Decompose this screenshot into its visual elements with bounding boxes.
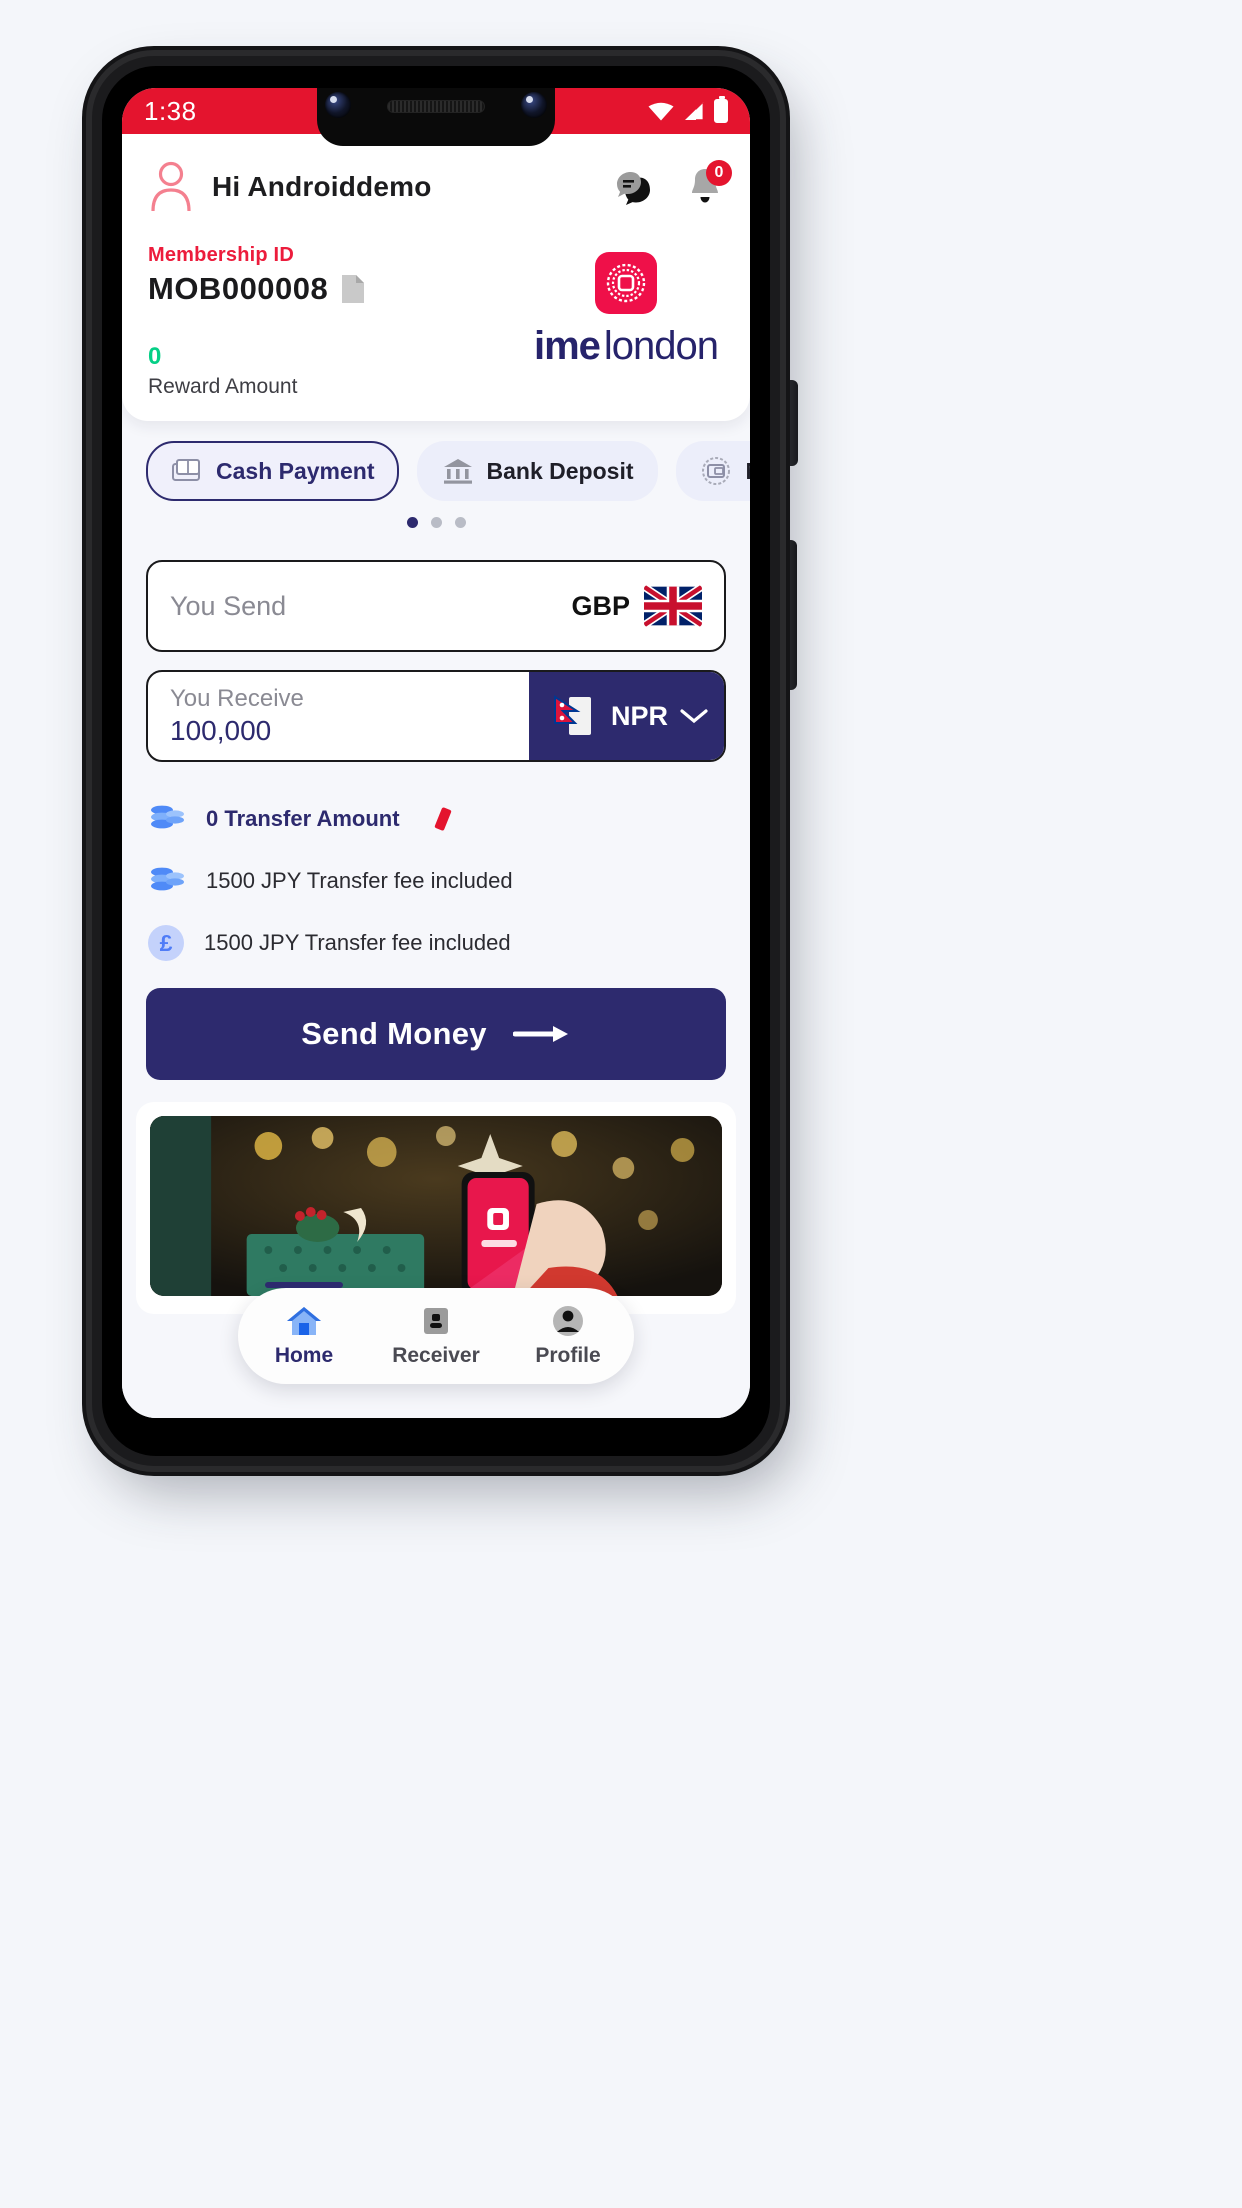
- brand-mark-icon: [595, 252, 657, 314]
- brand-wordmark: ime london: [528, 324, 724, 369]
- bank-icon: [443, 459, 472, 484]
- send-currency-selector[interactable]: GBP: [571, 585, 724, 627]
- send-money-label: Send Money: [301, 1016, 487, 1051]
- you-receive-input[interactable]: You Receive 100,000: [148, 672, 529, 760]
- nav-label: Home: [274, 1344, 334, 1367]
- arrow-right-icon: [512, 1026, 568, 1042]
- tab-cash-payment[interactable]: Cash Payment: [146, 441, 399, 501]
- nav-item-receiver[interactable]: Receiver: [376, 1304, 496, 1368]
- tab-label: Bank Deposit: [486, 457, 634, 484]
- pager-dots: [146, 517, 726, 528]
- tab-label: Mobile Wa: [746, 458, 751, 485]
- membership-id-row: MOB000008: [148, 271, 528, 307]
- greeting-text: Hi Androiddemo: [212, 171, 432, 202]
- summary-row-fee-2: £ 1500 JPY Transfer fee included: [148, 912, 726, 974]
- bottom-navigation-bar[interactable]: Home Receiver Profile: [238, 1282, 634, 1384]
- pager-dot-3[interactable]: [454, 517, 466, 528]
- reward-amount-label: Reward Amount: [148, 375, 298, 398]
- summary-text: 1500 JPY Transfer fee included: [206, 868, 513, 893]
- receiver-icon: [424, 1308, 448, 1334]
- profile-icon: [553, 1306, 583, 1336]
- promo-illustration: [150, 1116, 722, 1296]
- brand-london-text: london: [603, 324, 719, 368]
- header-row: Hi Androiddemo 0: [148, 152, 732, 222]
- copy-icon[interactable]: [340, 273, 366, 305]
- mobile-wallet-icon: [701, 457, 730, 485]
- tab-strip[interactable]: Cash Payment Bank Deposit: [146, 441, 750, 501]
- account-header-card: Hi Androiddemo 0 Membership ID MOB000008…: [122, 134, 750, 421]
- receive-currency-selector[interactable]: NPR: [528, 672, 724, 760]
- wifi-icon: [648, 102, 674, 121]
- payment-method-tabs: Cash Payment Bank Deposit: [122, 421, 750, 528]
- tab-mobile-wallet[interactable]: Mobile Wa: [675, 441, 751, 501]
- promo-banner-image[interactable]: [150, 1116, 722, 1296]
- send-currency-code: GBP: [571, 590, 630, 621]
- nav-item-home[interactable]: Home: [244, 1282, 364, 1368]
- pound-icon: £: [148, 925, 184, 961]
- reward-amount-value: 0: [148, 343, 162, 370]
- np-flag: [553, 695, 591, 735]
- tab-bank-deposit[interactable]: Bank Deposit: [416, 441, 658, 501]
- transfer-summary: 0 Transfer Amount 1500 JPY Transfer fee …: [122, 762, 750, 974]
- summary-row-transfer-amount: 0 Transfer Amount: [148, 788, 726, 850]
- red-tick-icon: [433, 806, 452, 832]
- chevron-down-icon[interactable]: [680, 708, 708, 724]
- tab-label: Cash Payment: [216, 457, 375, 484]
- promo-card[interactable]: [136, 1102, 736, 1314]
- coins-icon: [151, 805, 184, 829]
- nav-active-indicator: [265, 1282, 343, 1288]
- receive-currency-code: NPR: [610, 700, 668, 731]
- summary-row-fee-1: 1500 JPY Transfer fee included: [148, 850, 726, 912]
- status-time: 1:38: [144, 95, 197, 126]
- gb-flag: [644, 585, 702, 627]
- screenshot-stage: 1:38 Hi Androiddemo 0 Membership ID MOB0…: [0, 0, 1242, 2208]
- you-receive-value: 100,000: [170, 715, 272, 746]
- nav-label: Profile: [535, 1344, 601, 1367]
- you-send-placeholder: You Send: [170, 590, 287, 621]
- signal-icon: [685, 102, 704, 120]
- cash-icon: [172, 459, 200, 481]
- you-receive-field[interactable]: You Receive 100,000 NPR: [146, 670, 726, 762]
- header-actions: 0: [616, 160, 732, 208]
- notification-bell[interactable]: 0: [686, 160, 732, 208]
- mandala-icon: [606, 263, 646, 303]
- you-send-field[interactable]: You Send GBP: [146, 560, 726, 652]
- brand-ime-text: ime: [533, 324, 601, 368]
- pager-dot-2[interactable]: [430, 517, 442, 528]
- brand-logo: ime london: [528, 244, 724, 369]
- summary-text: 1500 JPY Transfer fee included: [204, 930, 511, 955]
- coins-icon: [151, 867, 184, 891]
- power-button[interactable]: [786, 380, 798, 466]
- send-money-button[interactable]: Send Money: [146, 988, 726, 1080]
- you-receive-label: You Receive: [170, 685, 304, 712]
- pager-dot-1[interactable]: [406, 517, 418, 528]
- you-send-input[interactable]: You Send: [148, 591, 571, 622]
- chat-icon[interactable]: [616, 168, 656, 206]
- membership-id-value: MOB000008: [148, 271, 329, 306]
- status-bar: 1:38: [122, 88, 750, 134]
- membership-block: Membership ID MOB000008 0 Reward Amount: [148, 244, 724, 399]
- app-content: Hi Androiddemo 0 Membership ID MOB000008…: [122, 134, 750, 1418]
- home-icon: [287, 1307, 321, 1335]
- bell-badge: 0: [706, 160, 732, 186]
- user-avatar-icon[interactable]: [148, 161, 194, 213]
- battery-icon: [714, 96, 728, 123]
- phone-screen: 1:38 Hi Androiddemo 0 Membership ID MOB0…: [122, 88, 750, 1418]
- nav-label: Receiver: [392, 1344, 480, 1367]
- volume-button[interactable]: [786, 540, 797, 690]
- amount-fields: You Send GBP You Receive 100,000 NPR: [122, 528, 750, 762]
- membership-label: Membership ID: [148, 244, 294, 266]
- summary-text: 0 Transfer Amount: [206, 806, 400, 831]
- membership-left: Membership ID MOB000008 0 Reward Amount: [148, 244, 528, 399]
- nav-item-profile[interactable]: Profile: [508, 1304, 628, 1368]
- status-icon-group: [648, 96, 728, 123]
